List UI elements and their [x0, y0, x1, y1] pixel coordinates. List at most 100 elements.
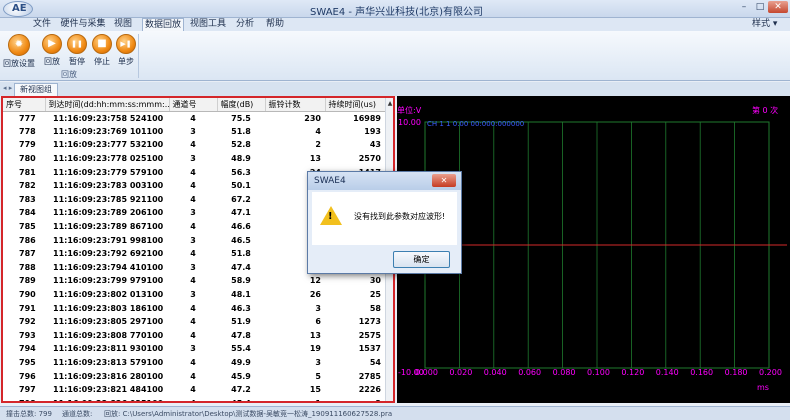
cell-index: 784 [19, 208, 36, 218]
step-button[interactable]: ▶❚ 单步 [114, 34, 138, 67]
cell-ring-count: 15 [309, 385, 321, 395]
table-row[interactable]: 777 11:16:09:23:758 524100 4 75.5 230 16989 [3, 111, 387, 125]
stop-button[interactable]: ■ 停止 [90, 34, 114, 67]
cell-channel: 3 [190, 290, 196, 300]
cell-duration: 193 [364, 126, 381, 136]
ribbon-group-label: 回放 [61, 70, 77, 79]
ok-button[interactable]: 确定 [393, 251, 450, 268]
y-axis-max-label: 10.00 [398, 118, 421, 127]
cell-ring-count: 5 [315, 371, 321, 381]
play-button[interactable]: ▶ 回放 [40, 34, 64, 67]
tab-new-view-group[interactable]: 新视图组 [14, 83, 58, 96]
table-row[interactable]: 793 11:16:09:23:808 770100 4 47.8 13 2575 [3, 329, 387, 343]
dialog-title-bar[interactable]: SWAE4 ✕ [308, 172, 461, 190]
table-header-row: 序号 到达时间(dd:hh:mm:ss:mmm:... 通道号 幅度(dB) 振… [3, 98, 388, 112]
cell-ring-count: 26 [309, 290, 321, 300]
ribbon-group-separator [138, 34, 139, 78]
cell-ring-count: 2 [315, 140, 321, 150]
cell-index: 783 [19, 194, 36, 204]
table-row[interactable]: 780 11:16:09:23:778 025100 3 48.9 13 2570 [3, 152, 387, 166]
cell-index: 794 [19, 344, 36, 354]
table-row[interactable]: 792 11:16:09:23:805 297100 4 51.9 6 1273 [3, 315, 387, 329]
menu-file[interactable]: 文件 [30, 18, 54, 31]
menu-hardware[interactable]: 硬件与采集 [60, 18, 106, 31]
cell-amplitude: 56.3 [231, 167, 251, 177]
maximize-button[interactable]: □ [753, 1, 767, 13]
cell-duration: 1537 [358, 344, 381, 354]
cell-index: 789 [19, 276, 36, 286]
app-logo-icon[interactable]: AE [3, 1, 33, 17]
cell-channel: 3 [190, 235, 196, 245]
cell-arrival-time: 11:16:09:23:805 297100 [53, 317, 164, 327]
x-axis-unit: ms [757, 383, 769, 392]
y-axis-unit: 单位:V [397, 106, 422, 115]
x-tick-label: 0.060 [518, 368, 542, 377]
status-channel-total: 通道总数: [62, 410, 93, 418]
dialog-close-button[interactable]: ✕ [432, 174, 456, 187]
table-row[interactable]: 790 11:16:09:23:802 013100 3 48.1 26 25 [3, 288, 387, 302]
cell-amplitude: 47.8 [231, 330, 251, 340]
cell-index: 780 [19, 154, 36, 164]
cell-ring-count: 13 [309, 154, 321, 164]
menu-help[interactable]: 帮助 [262, 18, 288, 31]
minimize-button[interactable]: – [737, 1, 751, 13]
cell-arrival-time: 11:16:09:23:808 770100 [53, 330, 164, 340]
table-row[interactable]: 789 11:16:09:23:799 979100 4 58.9 12 30 [3, 274, 387, 288]
table-row[interactable]: 791 11:16:09:23:803 186100 4 46.3 3 58 [3, 301, 387, 315]
style-menu[interactable]: 样式 ▾ [752, 18, 777, 31]
x-tick-label: 0.160 [690, 368, 714, 377]
close-button[interactable]: ✕ [768, 1, 788, 13]
column-header-index[interactable]: 序号 [3, 98, 46, 112]
cell-arrival-time: 11:16:09:23:791 998100 [53, 235, 164, 245]
cell-channel: 4 [190, 222, 196, 232]
column-header-duration[interactable]: 持续时间(us) [325, 98, 388, 112]
cell-amplitude: 67.2 [231, 194, 251, 204]
cell-channel: 4 [190, 303, 196, 313]
menu-view-tools[interactable]: 视图工具 [188, 18, 228, 31]
menu-bar: 文件 硬件与采集 视图 数据回放 视图工具 分析 帮助 样式 ▾ [0, 18, 790, 31]
cell-amplitude: 75.5 [231, 113, 251, 123]
cell-ring-count: 3 [315, 357, 321, 367]
cell-arrival-time: 11:16:09:23:813 579100 [53, 357, 164, 367]
cell-index: 790 [19, 290, 36, 300]
column-header-channel[interactable]: 通道号 [169, 98, 218, 112]
playback-settings-button[interactable]: ✹ 回放设置 [3, 34, 35, 69]
cell-channel: 4 [190, 385, 196, 395]
table-row[interactable]: 779 11:16:09:23:777 532100 4 52.8 2 43 [3, 138, 387, 152]
pause-button[interactable]: ❚❚ 暂停 [65, 34, 89, 67]
cell-duration: 2570 [358, 154, 381, 164]
cell-index: 781 [19, 167, 36, 177]
column-header-arrival-time[interactable]: 到达时间(dd:hh:mm:ss:mmm:... [45, 98, 170, 112]
pause-label: 暂停 [69, 57, 85, 66]
table-row[interactable]: 794 11:16:09:23:811 930100 3 55.4 19 1537 [3, 342, 387, 356]
cell-index: 795 [19, 357, 36, 367]
stop-icon: ■ [92, 34, 112, 54]
x-tick-label: 0.100 [587, 368, 610, 377]
cell-channel: 4 [190, 330, 196, 340]
dialog-message: 没有找到此参数对应波形! [354, 212, 446, 221]
scroll-up-icon[interactable]: ▲ [386, 98, 393, 110]
table-row[interactable]: 795 11:16:09:23:813 579100 4 49.9 3 54 [3, 356, 387, 370]
table-row[interactable]: 79811:16:09:23:826 035100445.413 [3, 396, 387, 401]
menu-view[interactable]: 视图 [110, 18, 136, 31]
column-header-amplitude[interactable]: 幅度(dB) [217, 98, 266, 112]
table-row[interactable]: 797 11:16:09:23:821 484100 4 47.2 15 2226 [3, 383, 387, 397]
column-header-ring-count[interactable]: 振铃计数 [265, 98, 326, 112]
cell-amplitude: 46.5 [231, 235, 251, 245]
table-row[interactable]: 796 11:16:09:23:816 280100 4 45.9 5 2785 [3, 369, 387, 383]
status-total-hits: 撞击总数: 799 [6, 410, 52, 418]
menu-analysis[interactable]: 分析 [232, 18, 258, 31]
cell-index: 796 [19, 371, 36, 381]
menu-playback[interactable]: 数据回放 [142, 18, 184, 31]
cell-duration: 2226 [358, 385, 381, 395]
x-tick-label: 0.140 [655, 368, 679, 377]
table-row[interactable]: 778 11:16:09:23:769 101100 3 51.8 4 193 [3, 125, 387, 139]
cell-index: 788 [19, 262, 36, 272]
cell-arrival-time: 11:16:09:23:792 692100 [53, 249, 164, 259]
cell-index: 786 [19, 235, 36, 245]
cell-duration: 1273 [358, 317, 381, 327]
tab-nav-arrows[interactable]: ◂ ▸ [3, 84, 12, 92]
cell-index: 787 [19, 249, 36, 259]
cell-arrival-time: 11:16:09:23:803 186100 [53, 303, 164, 313]
cell-ring-count: 13 [309, 330, 321, 340]
